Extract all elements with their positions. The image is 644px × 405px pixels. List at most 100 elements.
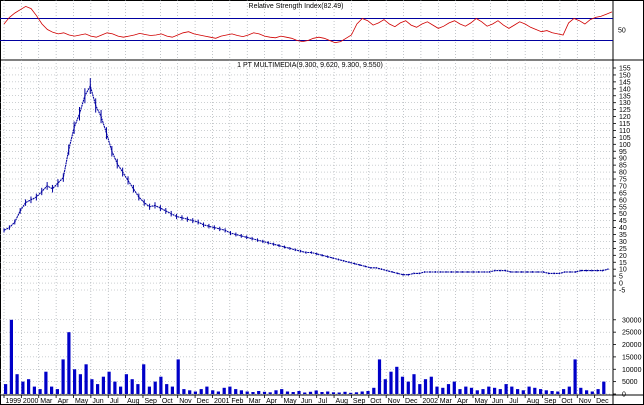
x-tick-label: Jun xyxy=(92,398,103,405)
volume-bar xyxy=(429,376,433,394)
volume-bar xyxy=(291,392,295,394)
price-tick-label: 105 xyxy=(619,135,631,142)
volume-bar xyxy=(147,386,151,394)
volume-bar xyxy=(585,390,589,394)
x-tick-label: Apr xyxy=(457,398,469,405)
price-tick-label: 135 xyxy=(619,93,631,100)
price-tick-label: 55 xyxy=(619,204,627,211)
volume-bar xyxy=(101,376,105,394)
volume-bar xyxy=(418,384,422,394)
volume-bar xyxy=(602,381,606,394)
price-tick-label: 10 xyxy=(619,267,627,274)
volume-tick-label: 5000 xyxy=(622,379,638,386)
x-tick-label: Jul xyxy=(110,398,119,405)
price-tick-label: 70 xyxy=(619,183,627,190)
volume-bar xyxy=(142,364,146,394)
price-tick-label: 40 xyxy=(619,225,627,232)
volume-tick-label: 10000 xyxy=(622,367,642,374)
volume-bar xyxy=(303,392,307,394)
volume-bar xyxy=(475,390,479,394)
volume-bar xyxy=(251,392,255,394)
volume-bar xyxy=(567,386,571,394)
x-tick-label: Dec xyxy=(405,398,418,405)
volume-tick-label: 20000 xyxy=(622,342,642,349)
volume-bar xyxy=(280,389,284,394)
volume-bar xyxy=(21,381,25,394)
x-tick-label: Jul xyxy=(509,398,518,405)
x-tick-label: 1999 xyxy=(6,398,22,405)
volume-bar xyxy=(406,381,410,394)
volume-bar xyxy=(44,371,48,394)
volume-bar xyxy=(153,381,157,394)
volume-bar xyxy=(395,366,399,394)
volume-bar xyxy=(493,387,497,394)
x-tick-label: Oct xyxy=(561,398,572,405)
volume-bar xyxy=(55,389,59,394)
volume-bar xyxy=(222,387,226,394)
price-tick-label: 90 xyxy=(619,156,627,163)
volume-bar xyxy=(343,391,347,394)
x-tick-label: 2002 xyxy=(422,398,438,405)
volume-bar xyxy=(165,384,169,394)
volume-bar xyxy=(533,387,537,394)
price-tick-label: 110 xyxy=(619,128,630,135)
x-tick-label: Sep xyxy=(544,398,557,405)
volume-bar xyxy=(504,384,508,394)
volume-bar xyxy=(124,374,128,394)
price-tick-label: 5 xyxy=(619,274,623,281)
volume-bar xyxy=(458,389,462,394)
volume-bar xyxy=(441,387,445,394)
volume-bar xyxy=(590,391,594,394)
x-tick-label: Dec xyxy=(197,398,210,405)
volume-bar xyxy=(349,392,353,394)
volume-bar xyxy=(90,379,94,394)
volume-bar xyxy=(337,392,341,394)
price-tick-label: 25 xyxy=(619,246,627,253)
volume-tick-label: 25000 xyxy=(622,330,642,337)
volume-bar xyxy=(159,376,163,394)
price-tick-label: 15 xyxy=(619,260,627,267)
x-tick-label: Jul xyxy=(318,398,327,405)
price-line xyxy=(3,84,609,276)
volume-bar xyxy=(274,390,278,394)
x-tick-label: Apr xyxy=(266,398,278,405)
price-tick-label: 80 xyxy=(619,170,627,177)
price-tick-label: 35 xyxy=(619,232,627,239)
volume-bar xyxy=(573,359,577,394)
volume-bar xyxy=(354,392,359,394)
volume-bar xyxy=(211,390,215,394)
x-tick-label: Nov xyxy=(579,398,592,405)
price-tick-label: 100 xyxy=(619,142,631,149)
volume-bar xyxy=(9,319,13,394)
x-tick-label: May xyxy=(75,398,89,405)
volume-bar xyxy=(400,376,405,394)
price-tick-label: 60 xyxy=(619,197,627,204)
volume-bar xyxy=(464,386,468,394)
volume-bar xyxy=(170,386,174,394)
price-tick-label: 45 xyxy=(619,218,627,225)
rsi-line xyxy=(3,5,613,44)
volume-bar xyxy=(119,386,123,394)
volume-bar xyxy=(188,390,192,394)
volume-bar xyxy=(556,391,560,394)
price-tick-label: 120 xyxy=(619,114,631,121)
x-tick-label: Aug xyxy=(336,398,349,405)
x-tick-label: Apr xyxy=(58,398,70,405)
volume-bar xyxy=(50,386,54,394)
volume-bar xyxy=(360,391,364,394)
rsi-tick-label: 50 xyxy=(618,28,626,35)
volume-bar xyxy=(516,389,520,394)
volume-bar xyxy=(579,387,583,394)
price-tick-label: 145 xyxy=(619,79,631,86)
volume-bar xyxy=(67,332,71,394)
price-tick-label: 155 xyxy=(619,66,631,73)
x-tick-label: Sep xyxy=(353,398,366,405)
volume-bar xyxy=(268,392,272,394)
volume-bar xyxy=(498,389,502,394)
volume-bar xyxy=(257,391,261,394)
volume-tick-label: 15000 xyxy=(622,354,642,361)
volume-bar xyxy=(544,390,548,394)
volume-bar xyxy=(96,384,100,394)
volume-bar xyxy=(314,390,318,394)
x-tick-label: Aug xyxy=(527,398,540,405)
